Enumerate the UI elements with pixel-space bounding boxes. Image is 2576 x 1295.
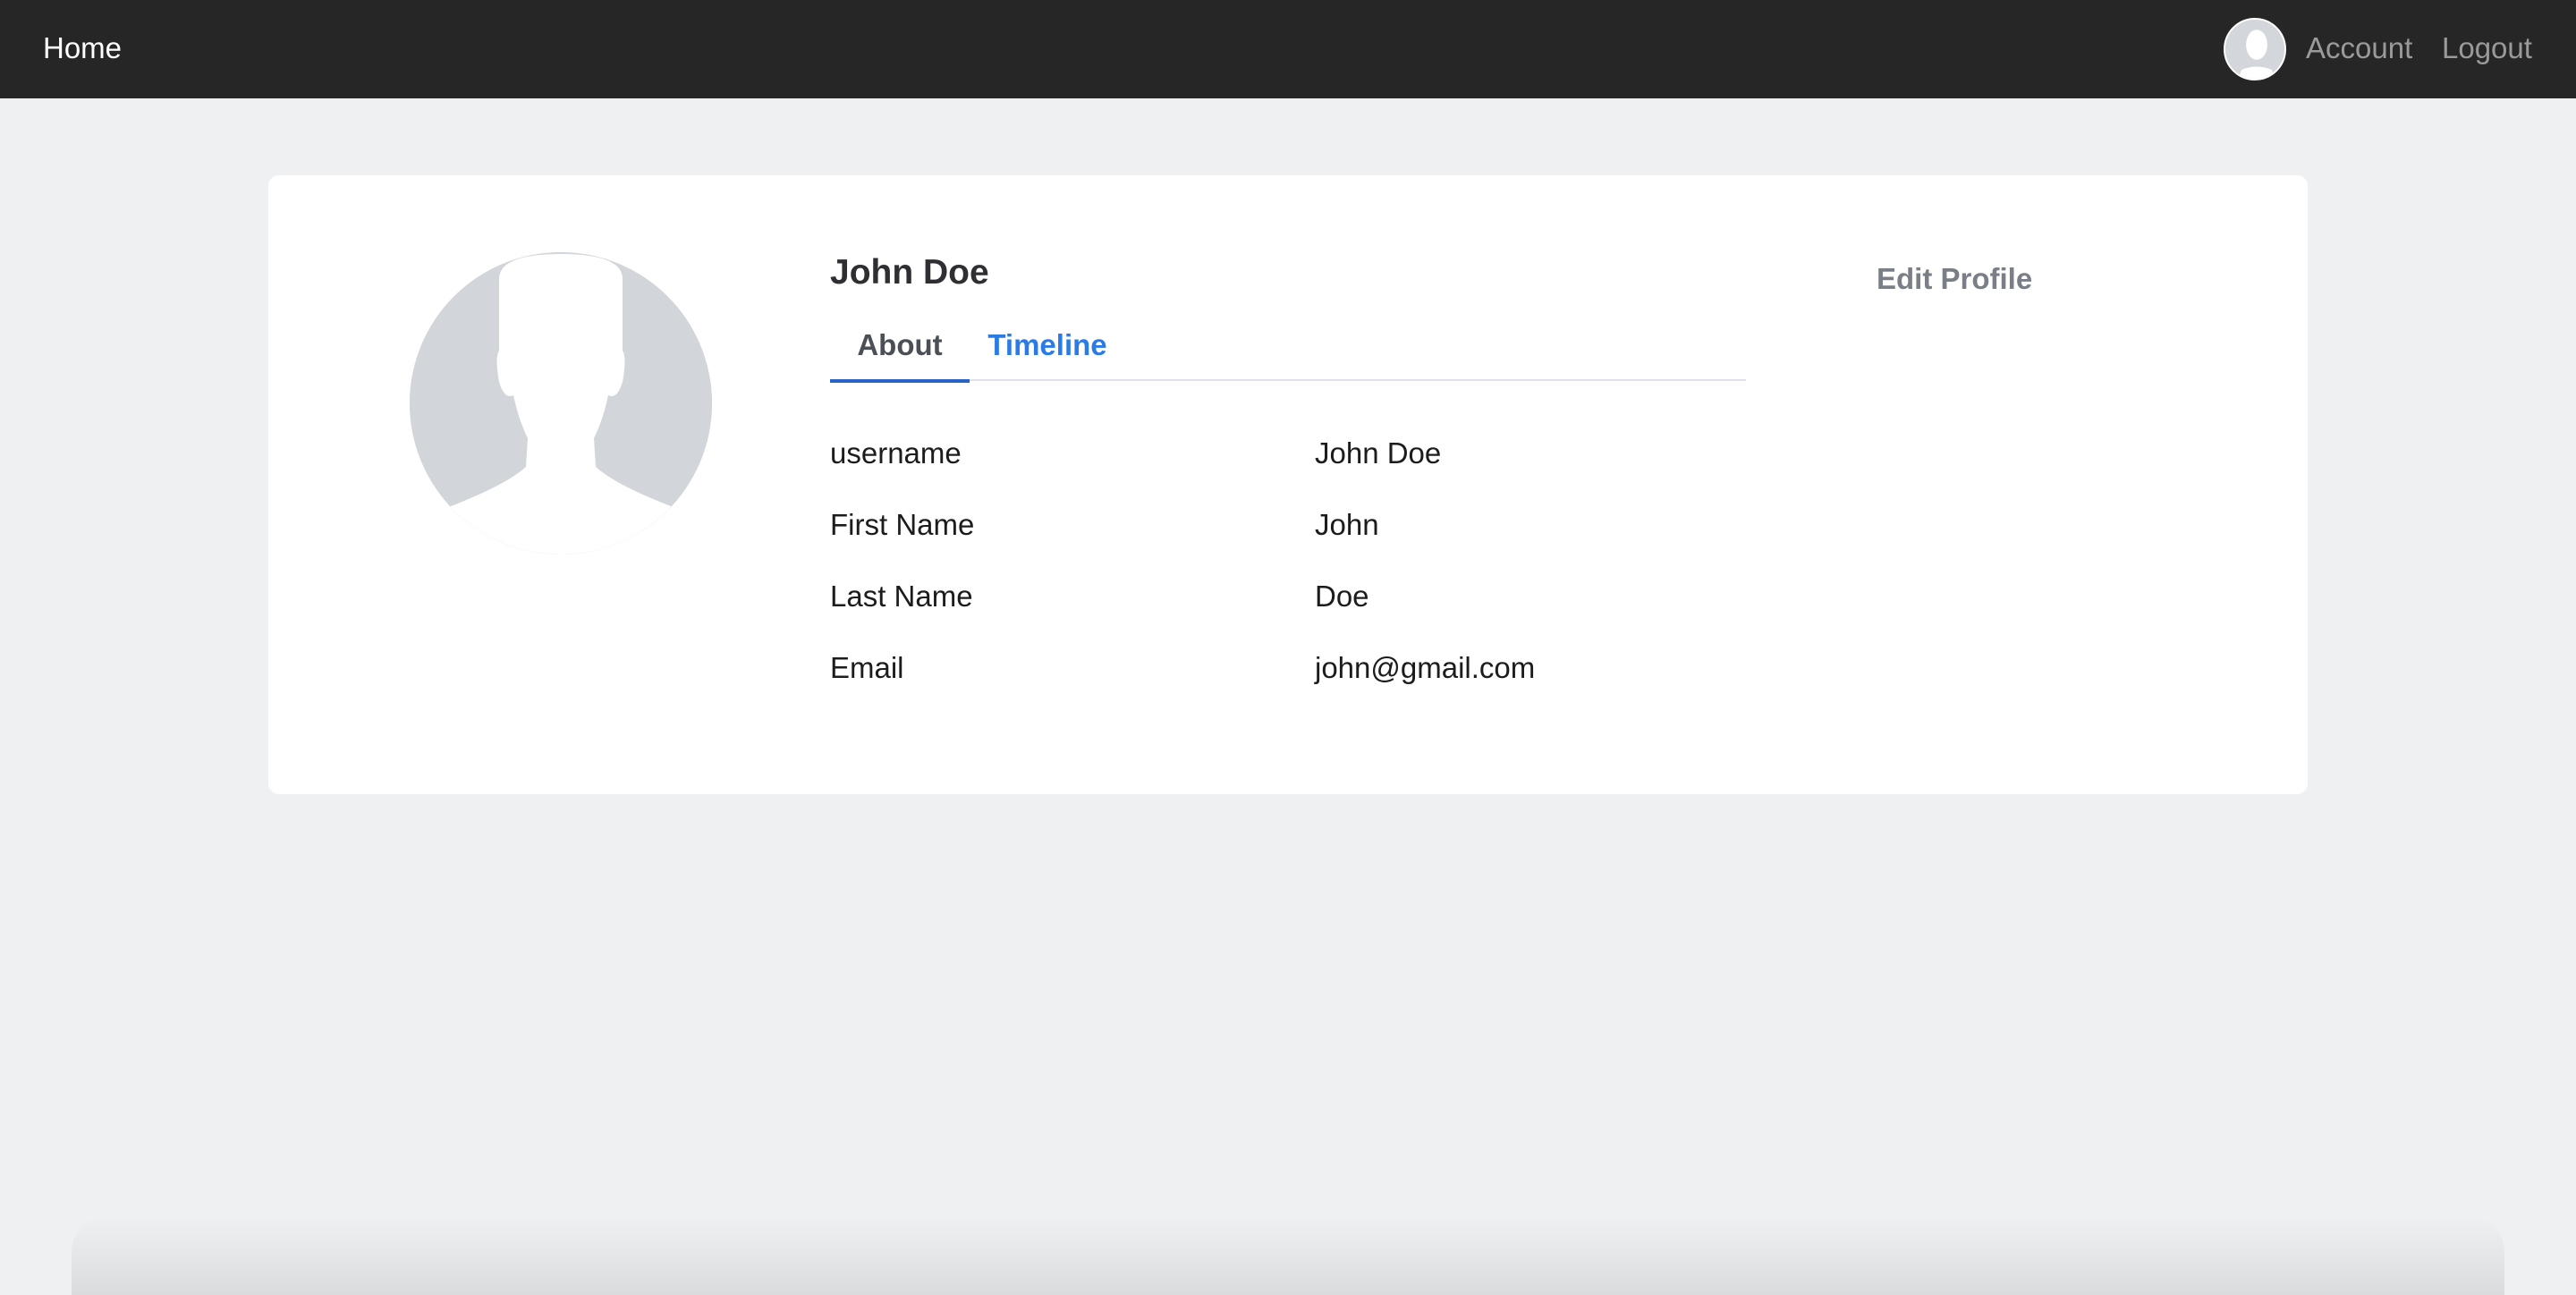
user-avatar-icon[interactable] (2224, 18, 2286, 80)
tab-timeline[interactable]: Timeline (971, 313, 1123, 381)
info-value: john@gmail.com (1315, 651, 1536, 684)
nav-logout-link[interactable]: Logout (2442, 29, 2532, 68)
nav-home-link[interactable]: Home (43, 29, 122, 68)
top-navbar: Home Account Logout (0, 0, 2576, 98)
info-value: John Doe (1315, 436, 1442, 470)
info-row-first-name: First Name John (830, 503, 1746, 547)
bottom-shadow-divider (72, 1216, 2504, 1295)
profile-picture-placeholder-icon (410, 252, 712, 554)
info-label: Email (830, 651, 904, 684)
info-value: Doe (1315, 580, 1369, 613)
edit-profile-button[interactable]: Edit Profile (1877, 259, 2032, 299)
profile-card: John Doe About Timeline Edit Profile use… (268, 175, 2308, 794)
info-row-email: Email john@gmail.com (830, 646, 1746, 690)
info-label: Last Name (830, 580, 973, 613)
info-row-last-name: Last Name Doe (830, 574, 1746, 619)
info-value: John (1315, 508, 1379, 541)
avatar-silhouette-icon (2225, 20, 2284, 79)
profile-tabs: About Timeline (830, 313, 1746, 383)
info-label: First Name (830, 508, 975, 541)
info-label: username (830, 436, 962, 470)
nav-account-link[interactable]: Account (2306, 29, 2412, 68)
profile-name-heading: John Doe (830, 253, 989, 292)
person-silhouette-icon (410, 252, 712, 554)
tab-about[interactable]: About (830, 313, 970, 383)
info-row-username: username John Doe (830, 431, 1746, 476)
